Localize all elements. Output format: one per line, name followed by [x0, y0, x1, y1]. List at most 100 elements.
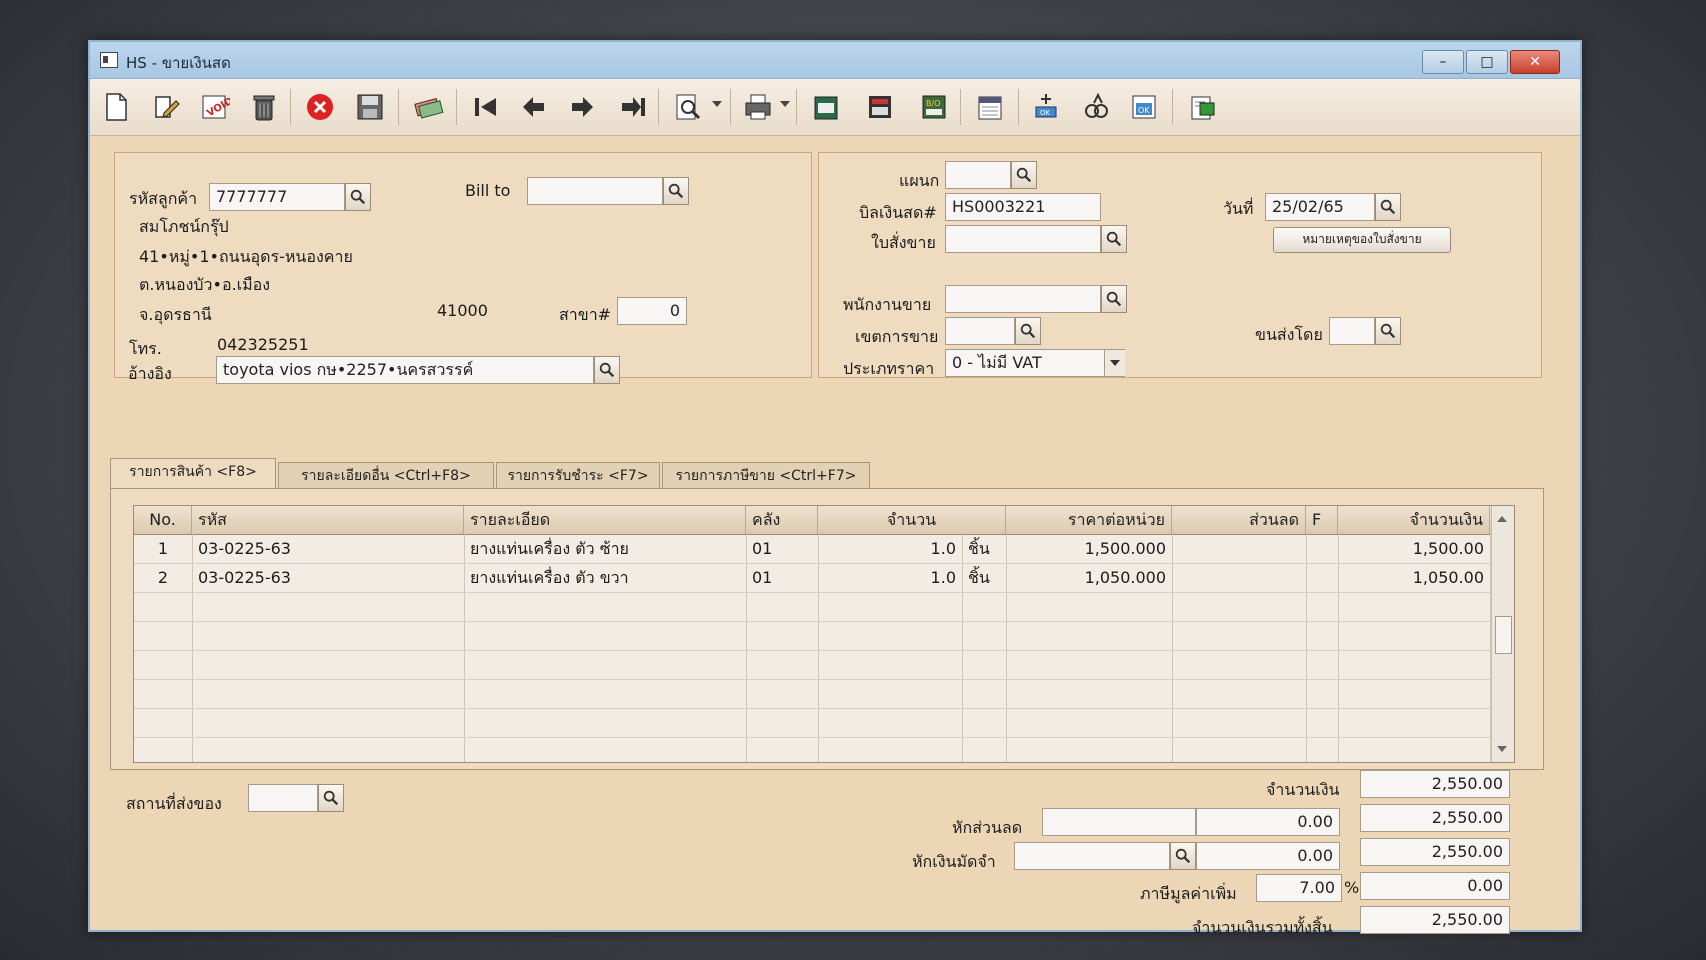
table-row[interactable]: 2 03-0225-63 ยางแท่นเครื่อง ตัว ขวา 01 1…: [134, 563, 1490, 593]
billto-field[interactable]: [527, 177, 663, 205]
col-no[interactable]: No.: [134, 506, 192, 534]
search-icon[interactable]: [1015, 317, 1041, 345]
search-icon[interactable]: [1101, 285, 1127, 313]
customer-address-line1: 41•หมู่•1•ถนนอุดร-หนองคาย: [139, 247, 353, 266]
grid-scrollbar[interactable]: [1491, 506, 1514, 762]
department-field[interactable]: [945, 161, 1011, 189]
customer-name: สมโภชน์กรุ๊ป: [139, 217, 229, 236]
deposit-text-field[interactable]: [1014, 842, 1170, 870]
branch-field[interactable]: 0: [617, 297, 687, 325]
tab-other-details[interactable]: รายละเอียดอื่น <Ctrl+F8>: [278, 462, 494, 488]
trash-icon[interactable]: [246, 89, 282, 125]
sales-zone-field[interactable]: [945, 317, 1015, 345]
void-icon[interactable]: VOID: [196, 89, 232, 125]
previous-record-icon[interactable]: [516, 89, 552, 125]
department-label: แผนก: [899, 171, 940, 190]
close-button[interactable]: ✕: [1510, 50, 1560, 74]
cancel-icon[interactable]: [302, 89, 338, 125]
calculator-icon[interactable]: [862, 89, 898, 125]
sales-order-note-button[interactable]: หมายเหตุของใบสั่งขาย: [1273, 227, 1451, 253]
date-field[interactable]: 25/02/65: [1265, 193, 1375, 221]
ledger-icon[interactable]: [808, 89, 844, 125]
items-panel: No. รหัส รายละเอียด คลัง จำนวน ราคาต่อหน…: [110, 488, 1544, 770]
chevron-down-icon[interactable]: [1104, 350, 1125, 376]
discount-label: หักส่วนลด: [952, 818, 1023, 837]
table-row[interactable]: [134, 592, 1490, 622]
sales-zone-label: เขตการขาย: [855, 327, 939, 346]
col-flag[interactable]: F: [1306, 506, 1338, 534]
first-record-icon[interactable]: [468, 89, 504, 125]
maximize-button[interactable]: □: [1466, 50, 1508, 74]
col-discount[interactable]: ส่วนลด: [1172, 506, 1306, 534]
amount-field: 2,550.00: [1360, 770, 1510, 798]
price-type-label: ประเภทราคา: [843, 359, 935, 378]
col-quantity[interactable]: จำนวน: [818, 506, 1006, 534]
edit-icon[interactable]: [148, 89, 184, 125]
customer-panel: รหัสลูกค้า 7777777 Bill to สมโภชน์กรุ๊ป …: [114, 152, 812, 378]
calendar-report-icon[interactable]: [972, 89, 1008, 125]
payment-icon[interactable]: [410, 89, 446, 125]
search-icon[interactable]: [1375, 317, 1401, 345]
col-warehouse[interactable]: คลัง: [746, 506, 818, 534]
scan-icon[interactable]: [1078, 89, 1114, 125]
approve-icon[interactable]: OK: [1028, 89, 1064, 125]
bo-report-icon[interactable]: B/O: [916, 89, 952, 125]
minimize-button[interactable]: –: [1422, 50, 1464, 74]
discount-field[interactable]: 0.00: [1196, 808, 1340, 836]
items-grid[interactable]: No. รหัส รายละเอียด คลัง จำนวน ราคาต่อหน…: [133, 505, 1515, 763]
ok-icon[interactable]: OK: [1126, 89, 1162, 125]
search-icon[interactable]: [345, 183, 371, 211]
bill-number-field[interactable]: HS0003221: [945, 193, 1101, 221]
export-icon[interactable]: [1184, 89, 1220, 125]
price-type-select[interactable]: 0 - ไม่มี VAT: [945, 349, 1125, 377]
branch-label: สาขา#: [559, 305, 612, 324]
print-icon[interactable]: [740, 89, 776, 125]
main-window: HS - ขายเงินสด – □ ✕ VOID B/O OK OK รหัส…: [88, 40, 1582, 937]
shipping-field[interactable]: [1329, 317, 1375, 345]
table-row[interactable]: [134, 650, 1490, 680]
search-icon[interactable]: [318, 784, 344, 812]
col-description[interactable]: รายละเอียด: [464, 506, 746, 534]
table-row[interactable]: 1 03-0225-63 ยางแท่นเครื่อง ตัว ซ้าย 01 …: [134, 534, 1490, 564]
total-label: จำนวนเงินรวมทั้งสิ้น: [1192, 918, 1333, 937]
next-record-icon[interactable]: [564, 89, 600, 125]
customer-code-label: รหัสลูกค้า: [129, 189, 198, 208]
tab-payments[interactable]: รายการรับชำระ <F7>: [496, 462, 660, 488]
tab-sales-tax[interactable]: รายการภาษีขาย <Ctrl+F7>: [662, 462, 870, 488]
customer-code-field[interactable]: 7777777: [209, 183, 345, 211]
sales-order-field[interactable]: [945, 225, 1101, 253]
table-row[interactable]: [134, 708, 1490, 738]
search-icon[interactable]: [663, 177, 689, 205]
col-unit-price[interactable]: ราคาต่อหน่วย: [1006, 506, 1172, 534]
svg-text:OK: OK: [1138, 106, 1150, 115]
find-icon[interactable]: [670, 89, 706, 125]
col-amount[interactable]: จำนวนเงิน: [1338, 506, 1490, 534]
save-icon[interactable]: [352, 89, 388, 125]
tab-items[interactable]: รายการสินค้า <F8>: [110, 458, 276, 489]
search-icon[interactable]: [1101, 225, 1127, 253]
table-row[interactable]: [134, 679, 1490, 709]
salesman-field[interactable]: [945, 285, 1101, 313]
form-area: รหัสลูกค้า 7777777 Bill to สมโภชน์กรุ๊ป …: [90, 136, 1580, 937]
scroll-down-icon[interactable]: [1497, 746, 1507, 752]
scroll-thumb[interactable]: [1495, 616, 1512, 654]
table-row[interactable]: [134, 621, 1490, 651]
search-icon[interactable]: [594, 356, 620, 384]
vat-rate-field[interactable]: 7.00: [1256, 874, 1342, 902]
delivery-place-field[interactable]: [248, 784, 318, 812]
title-bar[interactable]: HS - ขายเงินสด – □ ✕: [90, 42, 1580, 79]
discount-text-field[interactable]: [1042, 808, 1196, 836]
new-document-icon[interactable]: [98, 89, 134, 125]
search-icon[interactable]: [1170, 842, 1196, 870]
search-icon[interactable]: [1011, 161, 1037, 189]
scroll-up-icon[interactable]: [1497, 516, 1507, 522]
svg-text:OK: OK: [1040, 109, 1051, 117]
col-code[interactable]: รหัส: [192, 506, 464, 534]
last-record-icon[interactable]: [614, 89, 650, 125]
deposit-field[interactable]: 0.00: [1196, 842, 1340, 870]
calendar-search-icon[interactable]: [1375, 193, 1401, 221]
reference-field[interactable]: toyota vios กษ•2257•นครสวรรค์: [216, 356, 594, 384]
table-row[interactable]: [134, 737, 1490, 762]
vat-label: ภาษีมูลค่าเพิ่ม: [1140, 884, 1237, 903]
shipping-label: ขนส่งโดย: [1255, 325, 1323, 344]
